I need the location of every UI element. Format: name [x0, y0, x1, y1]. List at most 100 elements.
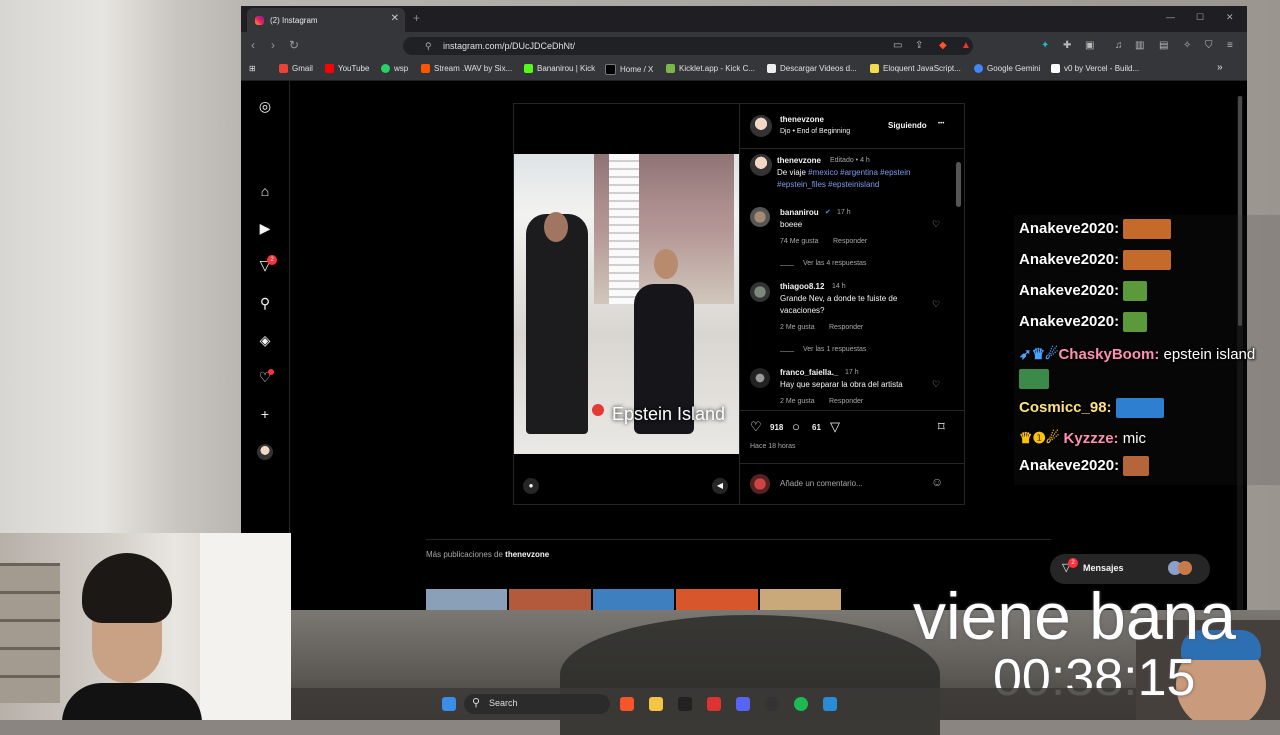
comment-likes[interactable]: 2 Me gusta [780, 324, 815, 331]
reply-button[interactable]: Responder [829, 398, 863, 405]
tab-close-icon[interactable]: ✕ [391, 13, 399, 24]
bookmark-x[interactable]: Home / X [605, 64, 653, 75]
more-posts-author[interactable]: thenevzone [505, 550, 549, 559]
reload-icon[interactable]: ↻ [289, 38, 299, 52]
post-thumbnail[interactable] [592, 589, 675, 610]
comment-avatar[interactable] [750, 207, 770, 227]
video-frame[interactable]: Epstein Island [514, 154, 739, 454]
bookmark-wsp[interactable]: wsp [381, 64, 408, 73]
caption-avatar[interactable] [750, 154, 772, 176]
back-icon[interactable]: ‹ [251, 38, 255, 52]
audio-label[interactable]: Djo • End of Beginning [780, 128, 850, 135]
share-post-icon[interactable]: ▽ [830, 419, 840, 435]
obs-icon[interactable] [765, 697, 779, 711]
vpn-icon[interactable]: ⛉ [1205, 40, 1213, 51]
bookmark-gmail[interactable]: Gmail [279, 64, 313, 73]
reels-icon[interactable]: ▶ [257, 220, 273, 236]
more-options-icon[interactable]: ••• [938, 121, 944, 127]
post-thumbnail[interactable] [426, 589, 508, 610]
post-thumbnail[interactable] [676, 589, 758, 610]
comment-avatar[interactable] [750, 368, 770, 388]
bookmark-stream[interactable]: Stream .WAV by Six... [421, 64, 512, 73]
discord-icon[interactable] [736, 697, 750, 711]
home-icon[interactable]: ⌂ [257, 183, 273, 199]
post-media[interactable]: Epstein Island ● ◀ [514, 104, 739, 504]
start-icon[interactable] [442, 697, 456, 711]
extension-icon[interactable]: ✦ [1041, 40, 1049, 51]
bookmark-kicklet[interactable]: Kicklet.app - Kick C... [666, 64, 755, 73]
menu-icon[interactable]: ≡ [1227, 40, 1233, 51]
emote-icon [1123, 250, 1172, 270]
new-tab-button[interactable]: + [413, 11, 420, 25]
comment-input[interactable]: Añade un comentario... [780, 479, 863, 488]
terminal-icon[interactable] [678, 697, 692, 711]
close-window-icon[interactable]: ✕ [1226, 12, 1234, 23]
emoji-icon[interactable]: ☺ [931, 475, 943, 489]
like-comment-icon[interactable]: ♡ [932, 379, 940, 390]
wallet-icon[interactable]: ▤ [1159, 40, 1168, 51]
music-icon[interactable]: ♫ [1115, 40, 1123, 51]
comment-likes[interactable]: 74 Me gusta [780, 238, 819, 245]
screenshot-icon[interactable]: ▣ [1085, 40, 1094, 51]
post-thumbnail[interactable] [759, 589, 842, 610]
view-replies-button[interactable]: Ver las 1 respuestas [803, 346, 866, 353]
bookmark-v0[interactable]: v0 by Vercel - Build... [1051, 64, 1139, 73]
comment-icon[interactable]: ○ [792, 419, 800, 434]
like-icon[interactable]: ♡ [750, 419, 762, 435]
streamer-webcam [0, 533, 291, 720]
author-avatar[interactable] [750, 115, 772, 137]
bookmark-descargar[interactable]: Descargar Videos d... [767, 64, 857, 73]
emote-icon [1115, 398, 1164, 418]
brave-icon[interactable] [620, 697, 634, 711]
bookmark-gemini[interactable]: Google Gemini [974, 64, 1040, 73]
bookmark-kick[interactable]: Bananirou | Kick [524, 64, 595, 73]
leo-icon[interactable]: ✧ [1183, 40, 1191, 51]
author-username[interactable]: thenevzone [780, 115, 824, 124]
post-thumbnail[interactable] [509, 589, 591, 610]
comment-username[interactable]: franco_faiella._ [780, 368, 838, 377]
create-icon[interactable]: + [257, 406, 273, 422]
more-bookmarks-icon[interactable]: » [1217, 62, 1223, 73]
brave-rewards-icon[interactable]: ▲ [961, 40, 971, 51]
following-button[interactable]: Siguiendo [888, 121, 927, 130]
scroll-thumb[interactable] [956, 162, 961, 207]
caption-username[interactable]: thenevzone [777, 156, 821, 165]
forward-icon[interactable]: › [271, 38, 275, 52]
folder-icon[interactable] [649, 697, 663, 711]
tab-instagram[interactable]: (2) Instagram ✕ [247, 8, 405, 32]
comment-likes[interactable]: 2 Me gusta [780, 398, 815, 405]
explore-icon[interactable]: ◈ [257, 332, 273, 348]
app-icon[interactable] [707, 697, 721, 711]
site-info-icon[interactable]: ⚲ [425, 37, 432, 55]
cast-icon[interactable]: ▭ [893, 40, 902, 51]
reply-button[interactable]: Responder [833, 238, 867, 245]
bookmark-eloquent[interactable]: Eloquent JavaScript... [870, 64, 961, 73]
save-post-icon[interactable]: ⌑ [938, 419, 945, 435]
sidebar-toggle-icon[interactable]: ▥ [1135, 40, 1144, 51]
comment-username[interactable]: bananirou [780, 208, 819, 217]
spotify-icon[interactable] [794, 697, 808, 711]
reply-button[interactable]: Responder [829, 324, 863, 331]
soundcloud-icon [421, 64, 430, 73]
taskbar-search[interactable]: ⚲ Search [464, 694, 610, 714]
bookmark-youtube[interactable]: YouTube [325, 64, 369, 73]
view-replies-button[interactable]: Ver las 4 respuestas [803, 260, 866, 267]
comment-username[interactable]: thiagoo8.12 [780, 282, 824, 291]
apps-icon[interactable]: ⊞ [249, 64, 256, 73]
search-icon[interactable]: ⚲ [257, 295, 273, 311]
comment-avatar[interactable] [750, 282, 770, 302]
comments-scrollbar[interactable] [956, 152, 961, 410]
like-comment-icon[interactable]: ♡ [932, 219, 940, 230]
brave-shield-icon[interactable]: ◆ [939, 40, 947, 51]
profile-avatar[interactable] [257, 444, 273, 460]
minimize-icon[interactable]: — [1166, 12, 1175, 22]
like-comment-icon[interactable]: ♡ [932, 299, 940, 310]
maximize-icon[interactable]: ☐ [1196, 12, 1204, 23]
notepad-icon[interactable] [823, 697, 837, 711]
instagram-logo-icon[interactable]: ◎ [257, 98, 273, 114]
mute-icon[interactable]: ◀ [712, 478, 728, 494]
share-icon[interactable]: ⇪ [915, 40, 923, 51]
puzzle-icon[interactable]: ✚ [1063, 40, 1071, 51]
tagged-user-icon[interactable]: ● [523, 478, 539, 494]
url-field[interactable]: ⚲ instagram.com/p/DUcJDCeDhNt/ [403, 37, 973, 55]
